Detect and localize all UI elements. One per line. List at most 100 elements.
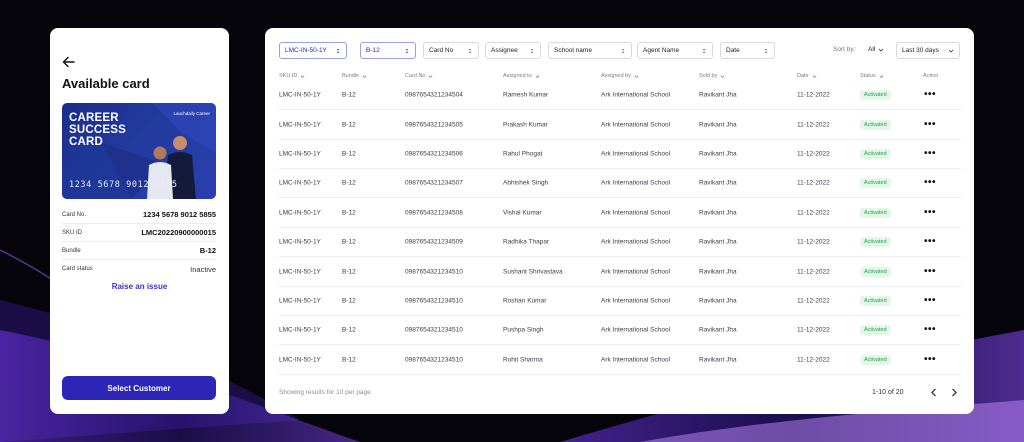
cell-date: 11-12-2022 (797, 121, 830, 129)
filter-6[interactable]: Date (720, 42, 775, 59)
column-header-label: Assigned by (601, 73, 631, 79)
column-header[interactable]: Action (923, 73, 938, 79)
cell-sold-by: Ravikant Jha (699, 209, 737, 217)
cell-sold-by: Ravikant Jha (699, 121, 737, 129)
table-row[interactable]: LMC-IN-50-1Y B-12 0987654321234510 Pushpa S… (279, 316, 961, 346)
date-range-select[interactable]: Last 30 days (896, 42, 960, 59)
next-page-icon[interactable] (949, 387, 959, 398)
more-actions-icon[interactable]: ••• (924, 119, 936, 129)
filter-0[interactable]: LMC-IN-50-1Y (279, 42, 347, 59)
chevron-down-icon (634, 74, 639, 78)
sort-by-select[interactable]: All (868, 46, 884, 53)
more-actions-icon[interactable]: ••• (924, 178, 936, 188)
column-header-label: Bundle (342, 73, 360, 79)
cell-sold-by: Ravikant Jha (699, 179, 737, 187)
cell-sold-by: Ravikant Jha (699, 326, 737, 334)
cell-sku: LMC-IN-50-1Y (279, 150, 321, 158)
status-badge: Activated (860, 90, 891, 101)
cell-sold-by: Ravikant Jha (699, 297, 737, 305)
filter-label: Agent Name (643, 47, 680, 54)
cell-date: 11-12-2022 (797, 91, 830, 99)
cell-assigned-to: Abhishek Singh (503, 179, 549, 187)
more-actions-icon[interactable]: ••• (924, 148, 936, 158)
chevron-down-icon (812, 74, 817, 78)
sort-by-label: Sort by: (833, 46, 856, 53)
cell-sku: LMC-IN-50-1Y (279, 91, 321, 99)
cell-sold-by: Ravikant Jha (699, 268, 737, 276)
career-success-card-image: CAREER SUCCESS CARD Lauchdaily Career 12… (62, 103, 216, 199)
filter-5[interactable]: Agent Name (637, 42, 713, 59)
cell-sku: LMC-IN-50-1Y (279, 179, 321, 187)
more-actions-icon[interactable]: ••• (924, 325, 936, 335)
prev-page-icon[interactable] (929, 387, 939, 398)
filter-3[interactable]: Assignee (485, 42, 541, 59)
column-header-label: SKU ID (279, 73, 298, 79)
updown-chevron-icon (764, 48, 768, 53)
table-row[interactable]: LMC-IN-50-1Y B-12 0987654321234505 Prakash … (279, 110, 961, 140)
table-row[interactable]: LMC-IN-50-1Y B-12 0987654321234510 Sushant … (279, 257, 961, 287)
more-actions-icon[interactable]: ••• (924, 354, 936, 364)
table-row[interactable]: LMC-IN-50-1Y B-12 0987654321234507 Abhishek… (279, 169, 961, 199)
cell-sold-by: Ravikant Jha (699, 356, 737, 364)
table-row[interactable]: LMC-IN-50-1Y B-12 0987654321234509 Radhika … (279, 228, 961, 258)
filter-4[interactable]: School name (548, 42, 632, 59)
filter-2[interactable]: Card No (423, 42, 479, 59)
cell-assigned-to: Roshan Kumar (503, 297, 547, 305)
cell-card: 0987654321234510 (405, 326, 463, 334)
cell-sold-by: Ravikant Jha (699, 91, 737, 99)
table-row[interactable]: LMC-IN-50-1Y B-12 0987654321234506 Rahul Ph… (279, 140, 961, 170)
panel-title: Available card (62, 76, 150, 91)
column-header[interactable]: Bundle (342, 73, 367, 79)
cell-card: 0987654321234506 (405, 150, 463, 158)
row-value: 1234 5678 9012 5855 (143, 210, 216, 219)
column-header[interactable]: Sold by (699, 73, 725, 79)
table-row[interactable]: LMC-IN-50-1Y B-12 0987654321234508 Vishal K… (279, 199, 961, 228)
more-actions-icon[interactable]: ••• (924, 266, 936, 276)
status-badge: Activated (860, 266, 891, 277)
cell-card: 0987654321234504 (405, 91, 463, 99)
cell-card: 0987654321234510 (405, 356, 463, 364)
chevron-down-icon (300, 74, 305, 78)
column-header[interactable]: Card No (405, 73, 433, 79)
row-label: Card No. (62, 211, 87, 218)
table-row[interactable]: LMC-IN-50-1Y B-12 0987654321234504 Ramesh K… (279, 81, 961, 111)
cell-card: 0987654321234510 (405, 297, 463, 305)
chevron-down-icon (362, 74, 367, 78)
cell-assigned-by: Ark International School (601, 238, 671, 246)
more-actions-icon[interactable]: ••• (924, 90, 936, 100)
cell-assigned-to: Vishal Kumar (503, 209, 542, 217)
card-logo: Lauchdaily Career (173, 111, 210, 116)
filter-1[interactable]: B-12 (360, 42, 416, 59)
back-arrow-icon[interactable] (62, 55, 76, 69)
more-actions-icon[interactable]: ••• (924, 237, 936, 247)
cell-assigned-by: Ark International School (601, 91, 671, 99)
column-header-label: Status (860, 73, 876, 79)
column-header[interactable]: SKU ID (279, 73, 305, 79)
available-card-panel: Available card CAREER SUCCESS CARD Lauch… (50, 28, 229, 414)
column-header[interactable]: Assigned by (601, 73, 639, 79)
bundle-row: Bundle B-12 (62, 242, 216, 260)
cell-date: 11-12-2022 (797, 238, 830, 246)
raise-issue-link[interactable]: Raise an issue (50, 282, 229, 291)
cell-assigned-to: Rohit Sharma (503, 356, 543, 364)
chevron-down-icon (535, 74, 540, 78)
cell-sku: LMC-IN-50-1Y (279, 121, 321, 129)
table-row[interactable]: LMC-IN-50-1Y B-12 0987654321234510 Rohit Sh… (279, 346, 961, 375)
more-actions-icon[interactable]: ••• (924, 207, 936, 217)
cell-bundle: B-12 (342, 268, 356, 276)
column-header[interactable]: Status (860, 73, 884, 79)
status-badge: Activated (860, 354, 891, 365)
column-header-label: Sold by (699, 73, 718, 79)
column-header-label: Assigned to (503, 73, 532, 79)
column-header[interactable]: Assigned to (503, 73, 540, 79)
column-header[interactable]: Date (797, 73, 817, 79)
row-label: SKU ID (62, 229, 83, 236)
cell-bundle: B-12 (342, 326, 356, 334)
status-badge: Activated (860, 295, 891, 306)
more-actions-icon[interactable]: ••• (924, 295, 936, 305)
card-status-row: Card status Inactive (62, 260, 216, 278)
updown-chevron-icon (405, 48, 409, 53)
cell-date: 11-12-2022 (797, 209, 830, 217)
table-row[interactable]: LMC-IN-50-1Y B-12 0987654321234510 Roshan K… (279, 287, 961, 317)
select-customer-button[interactable]: Select Customer (62, 376, 216, 400)
